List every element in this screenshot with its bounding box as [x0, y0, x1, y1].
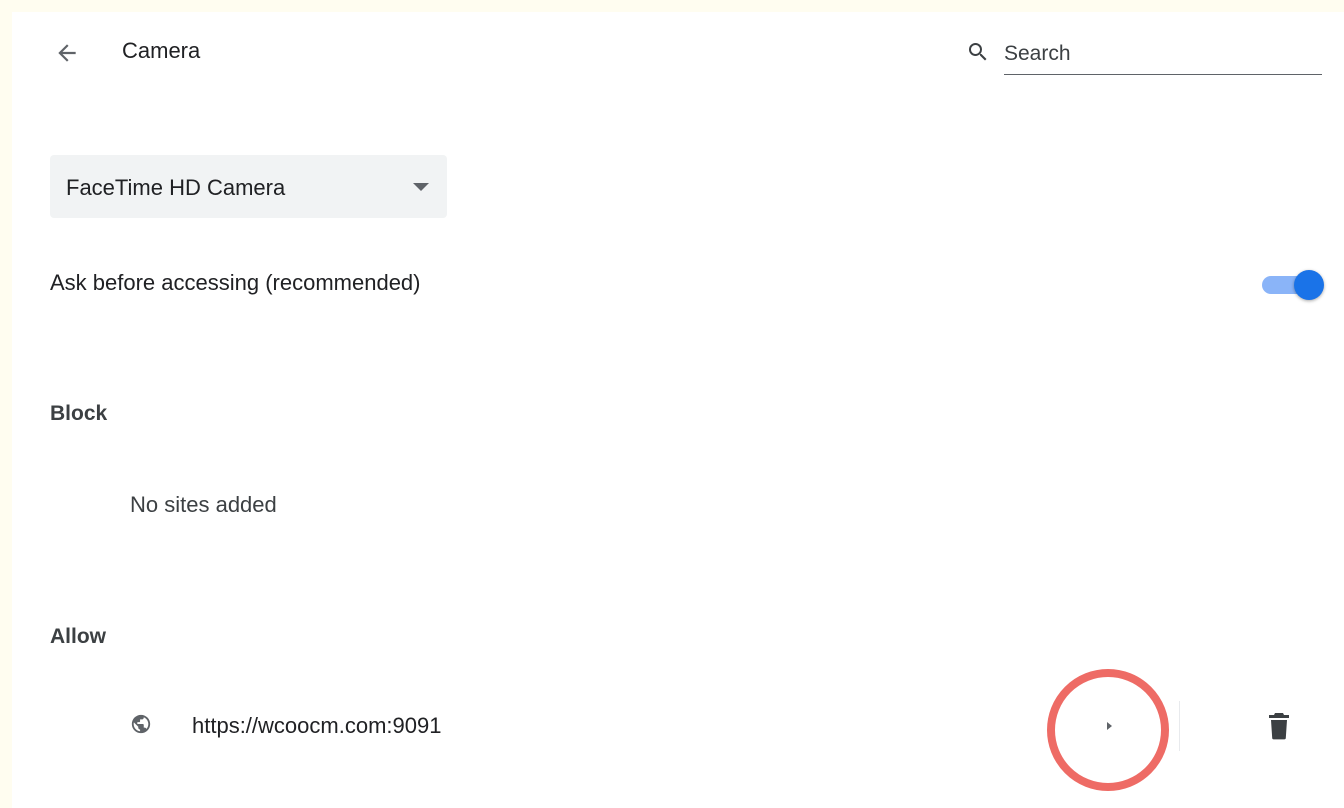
- allowed-site-url[interactable]: https://wcoocm.com:9091: [192, 713, 441, 739]
- search-box[interactable]: [962, 34, 1324, 76]
- block-empty-message: No sites added: [130, 492, 277, 517]
- globe-icon: [131, 714, 151, 734]
- ask-before-accessing-label: Ask before accessing (recommended): [50, 270, 421, 295]
- search-icon: [969, 43, 987, 61]
- ask-before-accessing-toggle[interactable]: [1260, 270, 1324, 300]
- trash-icon: [1269, 713, 1289, 740]
- toggle-knob: [1294, 270, 1324, 300]
- delete-site-button[interactable]: [1264, 709, 1294, 743]
- site-details-button[interactable]: [1092, 709, 1126, 743]
- camera-device-select[interactable]: FaceTime HD Camera: [50, 155, 447, 218]
- row-divider: [1179, 701, 1180, 751]
- arrow-left-icon: [58, 44, 76, 62]
- camera-settings-panel: Camera FaceTime HD Camera Ask before acc…: [12, 12, 1344, 808]
- page-title: Camera: [122, 38, 201, 63]
- back-button[interactable]: [50, 36, 84, 70]
- block-section-heading: Block: [50, 402, 108, 425]
- ask-before-accessing-row: Ask before accessing (recommended): [50, 264, 1324, 304]
- page-header: Camera: [12, 12, 1344, 92]
- allow-section-heading: Allow: [50, 625, 106, 648]
- search-input[interactable]: [1004, 34, 1322, 75]
- allowed-site-row[interactable]: https://wcoocm.com:9091: [12, 695, 1344, 755]
- camera-device-selected-value: FaceTime HD Camera: [66, 175, 286, 200]
- chevron-down-icon: [413, 183, 429, 191]
- arrow-right-icon: [1107, 722, 1112, 730]
